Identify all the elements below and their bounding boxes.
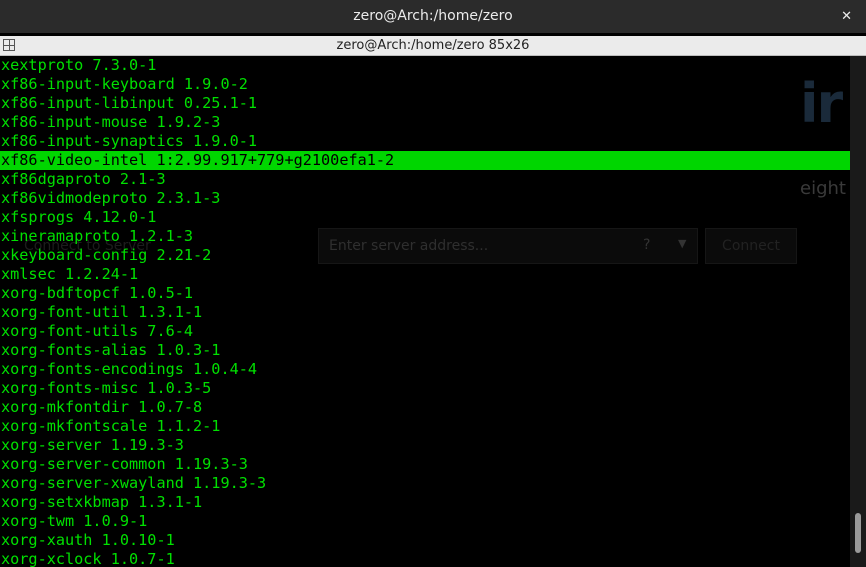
terminal-line: xkeyboard-config 2.21-2: [1, 246, 212, 264]
close-icon[interactable]: ✕: [841, 0, 852, 33]
window-titlebar[interactable]: zero@Arch:/home/zero ✕: [0, 0, 866, 33]
terminal-line: xorg-font-util 1.3.1-1: [1, 303, 203, 321]
terminal-line: xf86-input-libinput 0.25.1-1: [1, 94, 258, 112]
terminal-line: xorg-server-common 1.19.3-3: [1, 455, 248, 473]
terminal-line: xorg-twm 1.0.9-1: [1, 512, 148, 530]
terminal-line: xf86-input-mouse 1.9.2-3: [1, 113, 221, 131]
terminal-scrollbar[interactable]: [850, 56, 866, 567]
terminal-line: xfsprogs 4.12.0-1: [1, 208, 157, 226]
terminal-title: zero@Arch:/home/zero 85x26: [336, 38, 530, 53]
terminal-line: xorg-fonts-encodings 1.0.4-4: [1, 360, 258, 378]
terminal-line: xmlsec 1.2.24-1: [1, 265, 139, 283]
terminal-line: xf86-input-synaptics 1.9.0-1: [1, 132, 258, 150]
window-title: zero@Arch:/home/zero: [353, 8, 513, 24]
terminal-line: xorg-server 1.19.3-3: [1, 436, 184, 454]
terminal-titlebar: zero@Arch:/home/zero 85x26: [0, 36, 866, 56]
terminal-line: xorg-font-utils 7.6-4: [1, 322, 194, 340]
terminal-line: xorg-bdftopcf 1.0.5-1: [1, 284, 194, 302]
terminal-line: xextproto 7.3.0-1: [1, 56, 157, 74]
terminal-line: xorg-setxkbmap 1.3.1-1: [1, 493, 203, 511]
terminal-line: xorg-fonts-misc 1.0.3-5: [1, 379, 212, 397]
scrollbar-thumb[interactable]: [855, 513, 861, 553]
terminal-line: xorg-mkfontscale 1.1.2-1: [1, 417, 221, 435]
terminal-line: xf86-input-keyboard 1.9.0-2: [1, 75, 248, 93]
terminal-line: xf86dgaproto 2.1-3: [1, 170, 166, 188]
terminal-output[interactable]: ir eight Connect to Server Enter server …: [0, 56, 850, 567]
terminal-window: zero@Arch:/home/zero ✕ zero@Arch:/home/z…: [0, 0, 866, 567]
terminal-line: xorg-server-xwayland 1.19.3-3: [1, 474, 267, 492]
terminal-line: xorg-xclock 1.0.7-1: [1, 550, 175, 567]
terminal-line: xorg-mkfontdir 1.0.7-8: [1, 398, 203, 416]
terminal-line-selected: xf86-video-intel 1:2.99.917+779+g2100efa…: [0, 151, 850, 170]
terminal-line: xorg-fonts-alias 1.0.3-1: [1, 341, 221, 359]
terminal-line: xorg-xauth 1.0.10-1: [1, 531, 175, 549]
terminal-lines: xextproto 7.3.0-1 xf86-input-keyboard 1.9…: [0, 56, 850, 567]
terminal-line: xineramaproto 1.2.1-3: [1, 227, 194, 245]
terminal-line: xf86vidmodeproto 2.3.1-3: [1, 189, 221, 207]
